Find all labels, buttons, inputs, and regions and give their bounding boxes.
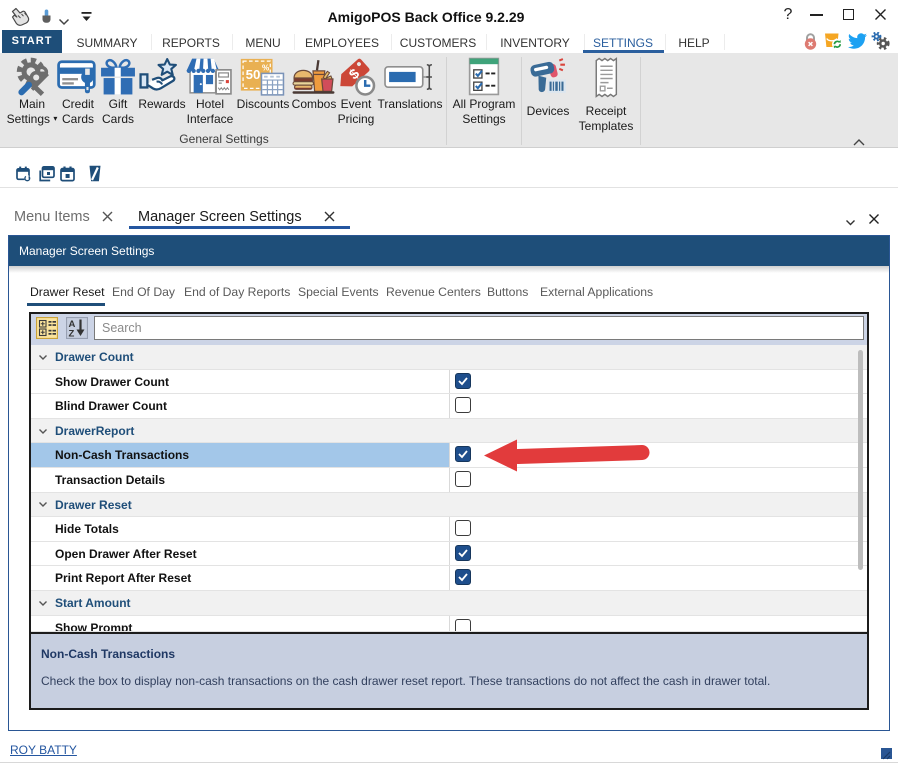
svg-text:50: 50 bbox=[246, 67, 261, 82]
svg-text:%: % bbox=[262, 63, 270, 72]
svg-text:Z: Z bbox=[69, 329, 75, 340]
